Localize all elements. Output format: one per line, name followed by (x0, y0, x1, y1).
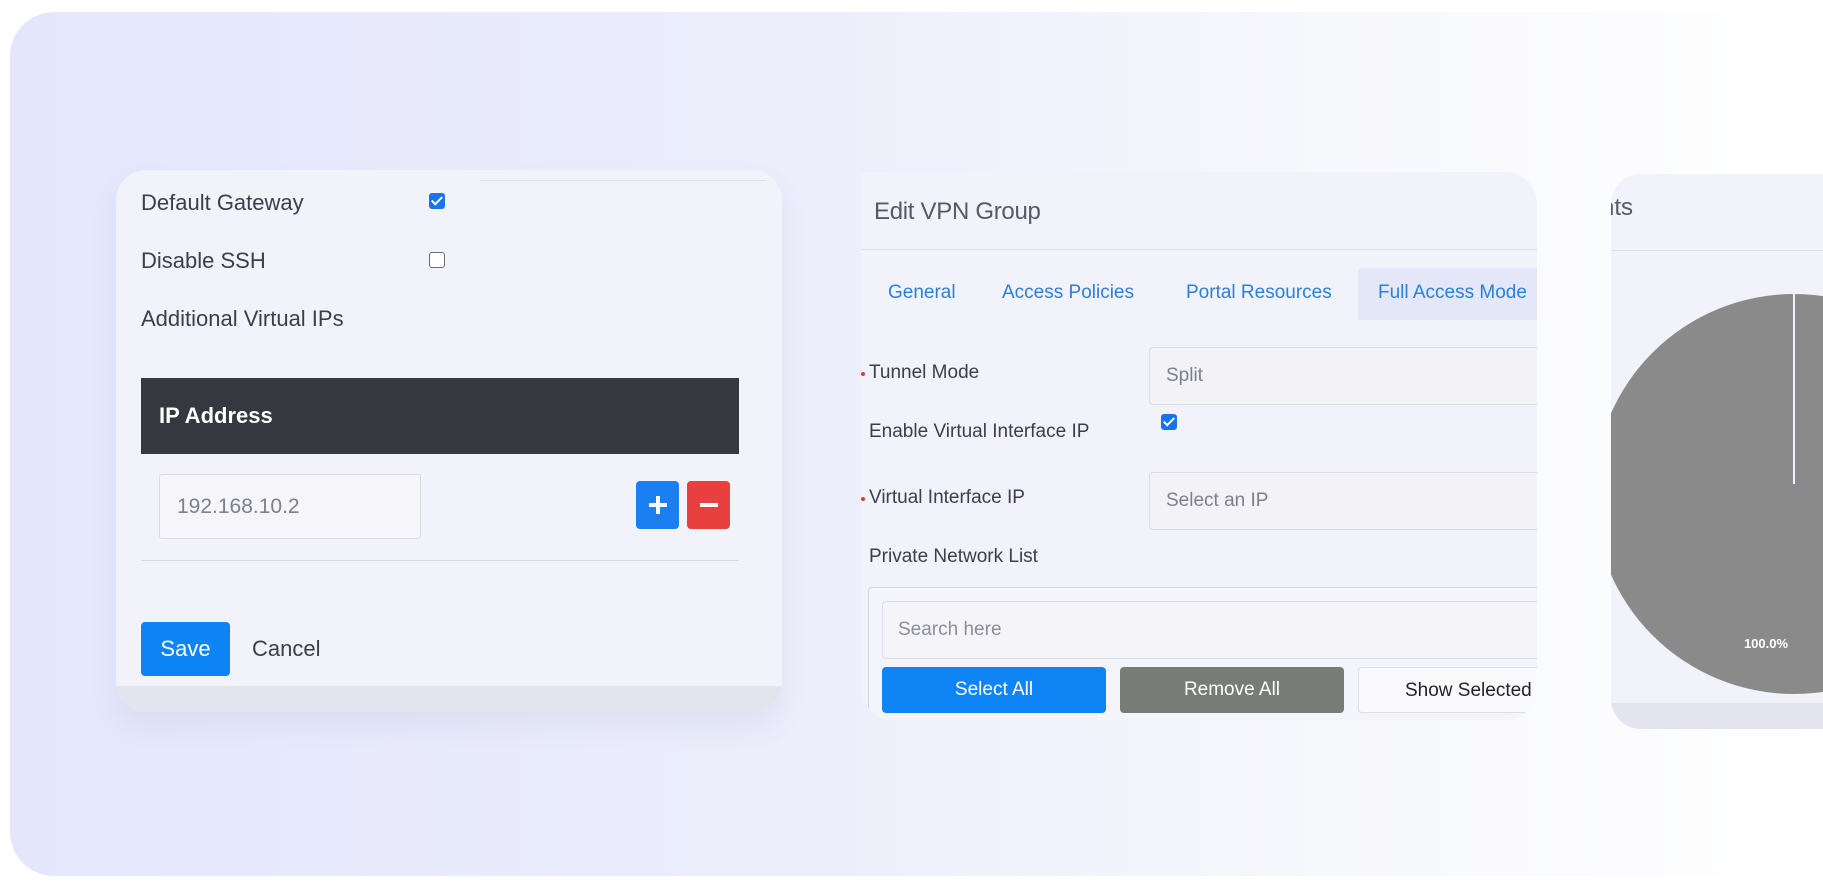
search-input[interactable]: Search here (882, 601, 1537, 659)
pie-data-label: 100.0% (1744, 636, 1789, 651)
save-button[interactable]: Save (141, 622, 230, 676)
disable-ssh-label: Disable SSH (141, 248, 266, 273)
background-stage: Default Gateway Disable SSH Additional V… (10, 12, 1823, 876)
add-ip-button[interactable] (636, 481, 679, 529)
card-footer-band (1611, 703, 1823, 729)
ip-address-column-header: IP Address (141, 378, 739, 454)
virtual-interface-ip-select[interactable]: Select an IP (1149, 472, 1537, 530)
pie-chart: 100.0% (1611, 294, 1823, 694)
enable-virtual-interface-ip-label: Enable Virtual Interface IP (869, 421, 1090, 442)
divider (861, 249, 1537, 250)
enable-virtual-interface-ip-checkbox[interactable] (1161, 414, 1177, 430)
required-marker (861, 372, 865, 376)
plus-icon (648, 496, 667, 514)
remove-all-button[interactable]: Remove All (1120, 667, 1344, 713)
required-marker (861, 497, 865, 501)
additional-virtual-ips-label: Additional Virtual IPs (141, 306, 344, 331)
divider (141, 560, 739, 561)
disable-ssh-checkbox[interactable] (429, 252, 445, 268)
divider (480, 180, 766, 181)
tunnel-mode-select[interactable]: Split (1149, 347, 1537, 405)
gateway-settings-card: Default Gateway Disable SSH Additional V… (116, 170, 782, 712)
ip-address-input[interactable]: 192.168.10.2 (159, 474, 421, 539)
card-footer-band (116, 686, 782, 712)
show-selected-button[interactable]: Show Selected (1358, 667, 1537, 713)
tab-access-policies[interactable]: Access Policies (1002, 282, 1134, 304)
private-network-list-label: Private Network List (869, 546, 1038, 567)
cancel-button[interactable]: Cancel (252, 622, 320, 676)
private-network-list-panel: Search here Select All Remove All Show S… (868, 587, 1537, 720)
virtual-interface-ip-label: Virtual Interface IP (869, 487, 1025, 508)
remove-ip-button[interactable] (687, 481, 730, 529)
tunnel-mode-label: Tunnel Mode (869, 362, 980, 383)
default-gateway-checkbox[interactable] (429, 193, 445, 209)
tab-portal-resources[interactable]: Portal Resources (1186, 282, 1332, 304)
tab-general[interactable]: General (888, 282, 956, 304)
default-gateway-label: Default Gateway (141, 190, 304, 215)
minus-icon (699, 503, 718, 507)
chart-card: nts 100.0% (1611, 174, 1823, 729)
pie-slice (1611, 294, 1823, 694)
page-title: Edit VPN Group (874, 198, 1041, 225)
edit-vpn-group-card: Edit VPN Group General Access Policies P… (861, 172, 1537, 720)
select-all-button[interactable]: Select All (882, 667, 1106, 713)
tab-full-access-mode[interactable]: Full Access Mode (1378, 282, 1527, 304)
